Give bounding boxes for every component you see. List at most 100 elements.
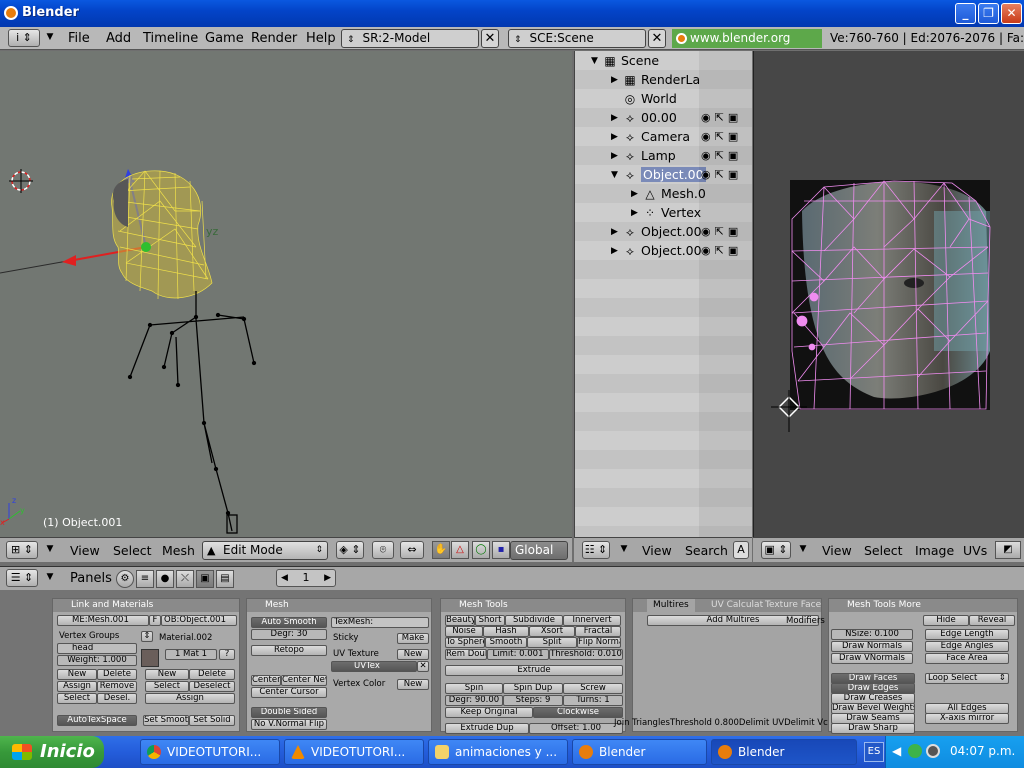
edge-angles-toggle[interactable]: Edge Angles — [925, 641, 1009, 652]
menu-select[interactable]: Select — [864, 543, 903, 558]
center-button[interactable]: Center — [251, 675, 281, 686]
mesh-tool-button[interactable]: Innervert — [563, 615, 621, 626]
edge-length-toggle[interactable]: Edge Length — [925, 629, 1009, 640]
set-smooth-button[interactable]: Set Smoot — [143, 715, 189, 726]
sticky-make-button[interactable]: Make — [397, 633, 429, 644]
limit-field[interactable]: Limit: 0.001 — [487, 649, 549, 660]
uv-image-editor[interactable] — [753, 51, 1024, 537]
vgroup-new-button[interactable]: New — [57, 669, 97, 680]
vgroup-remove-button[interactable]: Remove — [97, 681, 137, 692]
start-button[interactable]: Inicio — [0, 736, 104, 768]
mesh-tool-button[interactable]: Short — [475, 615, 505, 626]
panel-title[interactable]: Mesh — [247, 599, 431, 612]
mesh-tool-button[interactable]: Beauty — [445, 615, 475, 626]
collapse-menu-icon[interactable]: ▼ — [44, 541, 56, 559]
tab-uv-calculation[interactable]: UV Calculat — [711, 599, 763, 612]
delete-scene-button[interactable]: ✕ — [648, 29, 666, 48]
expand-triangle-icon[interactable]: ▶ — [611, 227, 618, 237]
material-select-button[interactable]: Select — [145, 681, 189, 692]
outliner-item-label[interactable]: Object.00 — [641, 224, 702, 239]
center-cursor-button[interactable]: Center Cursor — [251, 687, 327, 698]
menu-search[interactable]: Search — [685, 543, 728, 558]
vgroup-delete-button[interactable]: Delete — [97, 669, 137, 680]
mesh-tool-button[interactable]: Hash — [483, 626, 529, 637]
mesh-tool-button[interactable]: Noise — [445, 626, 483, 637]
menu-mesh[interactable]: Mesh — [162, 543, 195, 558]
uv-texture-new-button[interactable]: New — [397, 649, 429, 660]
tray-app-icon[interactable] — [926, 744, 940, 758]
mesh-tool-button[interactable]: Xsort — [529, 626, 575, 637]
collapse-triangle-icon[interactable]: ▼ — [611, 170, 618, 180]
vertex-group-name[interactable]: head — [57, 643, 137, 654]
draw-type-icon[interactable]: ◈ ⇕ — [336, 541, 364, 559]
mesh-tool-button[interactable]: Smooth — [485, 637, 527, 648]
retopo-toggle[interactable]: Retopo — [251, 645, 327, 656]
maximize-button[interactable]: ❐ — [978, 3, 999, 24]
close-button[interactable]: ✕ — [1001, 3, 1022, 24]
draw-vnormals-toggle[interactable]: Draw VNormals — [831, 653, 913, 664]
outliner-item-label[interactable]: World — [641, 91, 677, 106]
collapse-menu-icon[interactable]: ▼ — [618, 541, 630, 559]
no-vnormal-flip-toggle[interactable]: No V.Normal Flip — [251, 719, 327, 730]
material-color-swatch[interactable] — [141, 649, 159, 667]
menu-image[interactable]: Image — [915, 543, 954, 558]
taskbar-blender-1[interactable]: Blender — [572, 739, 707, 765]
hide-button[interactable]: Hide — [923, 615, 969, 626]
material-index-field[interactable]: 1 Mat 1 — [165, 649, 217, 660]
expand-triangle-icon[interactable]: ▶ — [611, 75, 618, 85]
rotate-circle-icon[interactable]: ◯ — [472, 541, 490, 559]
reveal-button[interactable]: Reveal — [969, 615, 1015, 626]
scene-context-icon[interactable]: ▤ — [216, 570, 234, 588]
outliner-item-label[interactable]: RenderLa — [641, 72, 700, 87]
grab-hand-icon[interactable]: ✋ — [432, 541, 450, 559]
panels-menu[interactable]: Panels — [70, 571, 112, 586]
menu-help[interactable]: Help — [306, 31, 336, 46]
tab-texture-face[interactable]: Texture Face — [765, 599, 821, 612]
shading-context-icon[interactable]: ● — [156, 570, 174, 588]
rotate-triangle-icon[interactable]: △ — [451, 541, 469, 559]
collapse-menu-icon[interactable]: ▼ — [44, 569, 56, 587]
mesh-tool-button[interactable]: Fractal — [575, 626, 621, 637]
expand-triangle-icon[interactable]: ▶ — [631, 189, 638, 199]
language-indicator[interactable]: ES — [864, 742, 884, 762]
menu-add[interactable]: Add — [106, 31, 131, 46]
menu-render[interactable]: Render — [251, 31, 297, 46]
material-help-button[interactable]: ? — [219, 649, 235, 660]
editor-type-image-icon[interactable]: ▣ ⇕ — [761, 541, 791, 559]
delete-screen-button[interactable]: ✕ — [481, 29, 499, 48]
mesh-tool-button[interactable]: Split — [527, 637, 577, 648]
menu-file[interactable]: File — [68, 31, 90, 46]
outliner-item-label[interactable]: Object.00 — [641, 167, 706, 182]
menu-view[interactable]: View — [70, 543, 100, 558]
mesh-tool-button[interactable]: Flip Normal — [577, 637, 621, 648]
minimize-button[interactable]: _ — [955, 3, 976, 24]
material-deselect-button[interactable]: Deselect — [189, 681, 235, 692]
3d-viewport[interactable]: yz z y x (1) Object.001 — [0, 51, 572, 537]
uv-image-canvas[interactable] — [754, 51, 1024, 537]
expand-triangle-icon[interactable]: ▶ — [611, 132, 618, 142]
tray-expand-icon[interactable]: ◀ — [892, 744, 901, 758]
texmesh-field[interactable]: TexMesh: — [331, 617, 429, 628]
panel-title[interactable]: Mesh Tools More — [829, 599, 1017, 612]
frame-number-field[interactable]: ◀ 1 ▶ — [276, 569, 336, 587]
vgroup-assign-button[interactable]: Assign — [57, 681, 97, 692]
outliner-item-label[interactable]: Lamp — [641, 148, 676, 163]
outliner-search-field[interactable]: A — [733, 541, 749, 559]
taskbar-folder-animaciones[interactable]: animaciones y ... — [428, 739, 568, 765]
collapse-menu-icon[interactable]: ▼ — [44, 29, 56, 47]
nsize-field[interactable]: NSize: 0.100 — [831, 629, 913, 640]
center-new-button[interactable]: Center New — [281, 675, 327, 686]
editor-type-3d-icon[interactable]: ⊞ ⇕ — [6, 541, 38, 559]
blender-url-link[interactable]: www.blender.org 249.2 — [672, 29, 822, 64]
fake-user-button[interactable]: F — [149, 615, 161, 626]
editor-type-info-icon[interactable]: i ⇕ — [8, 29, 40, 47]
editor-type-buttons-icon[interactable]: ☰ ⇕ — [6, 569, 38, 587]
expand-triangle-icon[interactable]: ▶ — [611, 113, 618, 123]
3d-scene-canvas[interactable]: yz z y x — [0, 51, 572, 537]
logic-context-icon[interactable]: ⚙ — [116, 570, 134, 588]
scale-square-icon[interactable]: ▪ — [492, 541, 510, 559]
menu-timeline[interactable]: Timeline — [143, 31, 198, 46]
menu-select[interactable]: Select — [113, 543, 152, 558]
offset-field[interactable]: Offset: 1.00 — [529, 723, 623, 734]
uvtex-layer[interactable]: UVTex — [331, 661, 417, 672]
